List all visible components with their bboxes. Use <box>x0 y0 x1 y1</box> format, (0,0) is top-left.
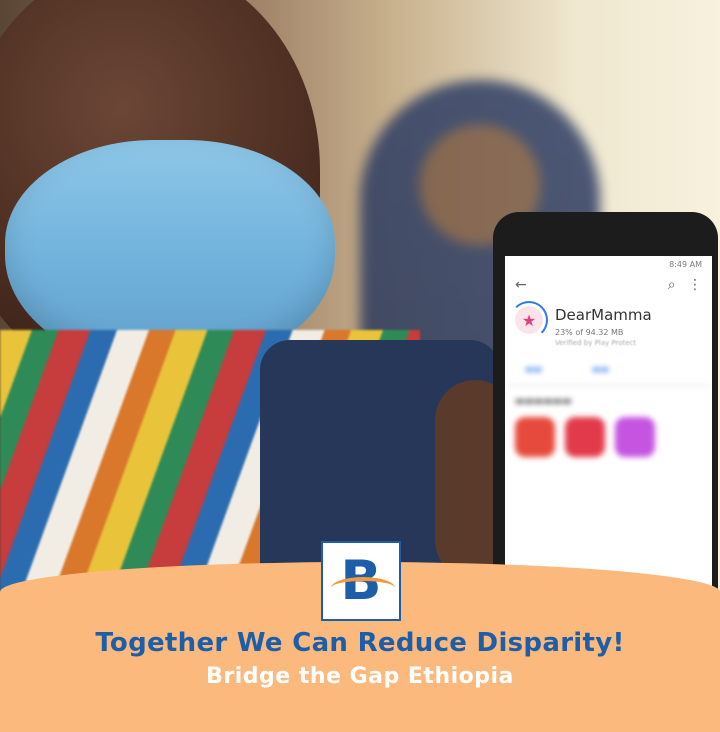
smartphone: 8:49 AM ← ⌕ ⋮ ★ DearMamma 23% of 94.32 M… <box>493 212 718 600</box>
more-vert-icon[interactable]: ⋮ <box>688 277 702 293</box>
phone-screen: 8:49 AM ← ⌕ ⋮ ★ DearMamma 23% of 94.32 M… <box>505 256 712 600</box>
status-time: 8:49 AM <box>669 259 702 269</box>
store-app-bar: ← ⌕ ⋮ <box>505 272 712 298</box>
tab-blurred-2: ▬▬ <box>592 365 610 375</box>
download-progress: 23% of 94.32 MB <box>555 328 624 337</box>
store-tabs: ▬▬ ▬▬ <box>505 355 712 386</box>
suggestions-title: ▬▬▬▬▬▬ <box>515 396 572 407</box>
search-icon[interactable]: ⌕ <box>668 277 676 293</box>
suggested-app-icon <box>515 417 555 457</box>
app-star-icon: ★ <box>510 301 548 339</box>
bridge-logo: B <box>321 541 401 621</box>
tab-blurred-1: ▬▬ <box>525 365 543 375</box>
suggested-apps <box>505 417 712 457</box>
app-name: DearMamma <box>555 306 652 324</box>
app-listing[interactable]: ★ DearMamma 23% of 94.32 MB Verified by … <box>505 298 712 355</box>
logo-swoosh <box>331 577 395 599</box>
status-bar: 8:49 AM <box>505 256 712 272</box>
suggested-app-icon <box>615 417 655 457</box>
back-arrow-icon[interactable]: ← <box>515 277 527 293</box>
hero-photo: 8:49 AM ← ⌕ ⋮ ★ DearMamma 23% of 94.32 M… <box>0 0 720 600</box>
blurred-store-content: ▬▬ ▬▬ ▬▬▬▬▬▬ <box>505 355 712 457</box>
headline: Together We Can Reduce Disparity! <box>95 628 625 658</box>
verified-label: Verified by Play Protect <box>555 339 637 347</box>
subline: Bridge the Gap Ethiopia <box>206 664 514 689</box>
suggested-app-icon <box>565 417 605 457</box>
